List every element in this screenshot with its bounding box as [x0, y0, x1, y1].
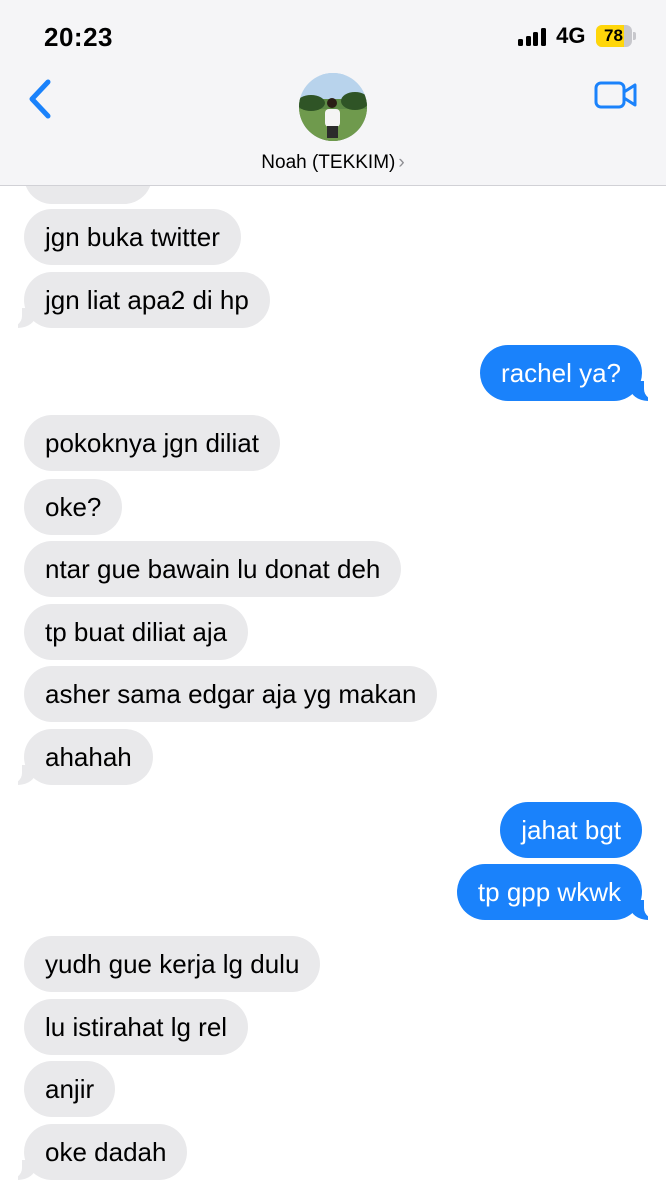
status-time: 20:23 — [44, 22, 113, 52]
message-text: oke? — [45, 492, 102, 522]
message-text: ntar gue bawain lu donat deh — [45, 554, 381, 584]
message-text: pokoknya jgn diliat — [45, 428, 259, 458]
message-text: ahahah — [45, 742, 132, 772]
message-bubble-incoming[interactable]: oke? — [24, 479, 123, 535]
message-text: tp gpp wkwk — [477, 877, 621, 907]
bubble-tail — [4, 302, 36, 328]
contact-name: Noah (TEKKIM) — [261, 152, 396, 173]
message-bubble-incoming[interactable]: anjir — [24, 1061, 116, 1117]
conversation-header: 20:23 4G 78 Noah (TEKKIM) › — [0, 0, 666, 186]
message-text: tp buat diliat aja — [45, 617, 228, 647]
message-bubble-incoming[interactable]: tp buat diliat aja — [24, 604, 249, 660]
back-button[interactable] — [24, 76, 58, 122]
message-bubble-outgoing[interactable]: jahat bgt — [500, 802, 642, 858]
chevron-right-icon: › — [398, 152, 405, 173]
message-bubble-outgoing[interactable]: rachel ya? — [480, 345, 642, 401]
message-bubble-incoming[interactable]: lu istirahat lg rel — [24, 999, 249, 1055]
signal-icon — [518, 26, 548, 46]
bubble-tail — [630, 375, 662, 401]
bubble-tail — [4, 759, 36, 785]
message-text: rachel ya? — [501, 358, 621, 388]
video-call-button[interactable] — [594, 80, 638, 110]
message-text: jgn buka twitter — [45, 222, 220, 252]
message-text: lu istirahat lg rel — [45, 1012, 228, 1042]
message-text: jahat bgt — [521, 815, 621, 845]
message-bubble-incoming[interactable]: jgn buka twitter — [24, 209, 241, 265]
contact-avatar[interactable] — [299, 73, 367, 141]
message-text: asher sama edgar aja yg makan — [45, 679, 417, 709]
message-bubble-incoming[interactable]: pokoknya jgn diliat — [24, 415, 280, 471]
chevron-left-icon — [29, 79, 51, 119]
status-indicators: 4G 78 — [518, 22, 636, 50]
message-text: jgn liat apa2 di hp — [45, 285, 249, 315]
video-camera-icon — [594, 81, 637, 109]
message-bubble-incoming[interactable]: yudh gue kerja lg dulu — [24, 936, 321, 992]
message-bubble-outgoing[interactable]: tp gpp wkwk — [456, 864, 642, 920]
battery-percent: 78 — [604, 26, 623, 45]
message-bubble-incoming[interactable]: ahahah — [24, 729, 153, 785]
message-text: oke dadah — [45, 1137, 167, 1167]
message-bubble-incoming[interactable]: ntar gue bawain lu donat deh — [24, 541, 402, 597]
network-type: 4G — [556, 23, 586, 48]
battery-icon: 78 — [595, 25, 636, 47]
message-text: anjir — [45, 1074, 95, 1104]
bubble-tail — [4, 1154, 36, 1180]
bubble-tail — [630, 894, 662, 920]
message-bubble-incoming[interactable]: jgn liat apa2 di hp — [24, 272, 270, 328]
message-bubble-incoming[interactable]: asher sama edgar aja yg makan — [24, 666, 438, 722]
message-text: yudh gue kerja lg dulu — [45, 949, 300, 979]
contact-name-button[interactable]: Noah (TEKKIM) › — [0, 152, 666, 174]
message-bubble-incoming[interactable]: oke dadah — [24, 1124, 188, 1180]
avatar-photo — [299, 73, 367, 141]
